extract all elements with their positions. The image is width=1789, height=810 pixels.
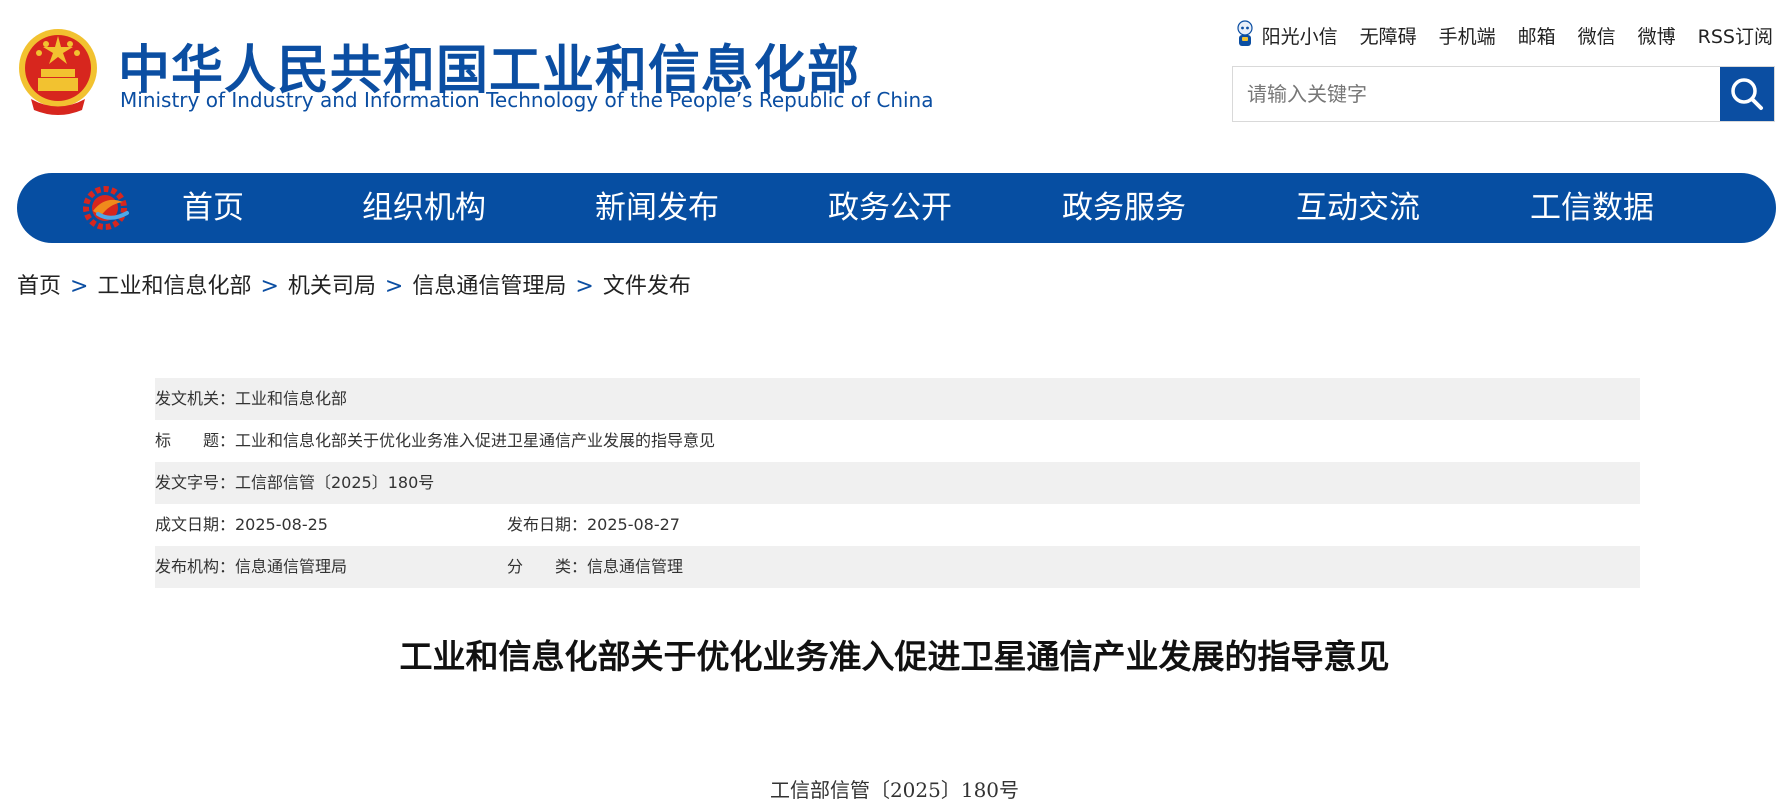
- nav-item-organization[interactable]: 组织机构: [362, 173, 486, 243]
- meta-row-agency: 发布机构：信息通信管理局 分 类：信息通信管理: [155, 546, 1640, 588]
- top-link-wechat[interactable]: 微信: [1578, 22, 1616, 49]
- search-box: [1232, 66, 1775, 122]
- top-link-label: 阳光小信: [1261, 25, 1338, 48]
- search-icon: [1731, 78, 1763, 110]
- meta-row-dates: 成文日期：2025-08-25 发布日期：2025-08-27: [155, 504, 1640, 546]
- breadcrumb-separator: >: [260, 274, 279, 299]
- top-links: 阳光小信 无障碍 手机端 邮箱 微信 微博 RSS订阅: [1234, 20, 1773, 50]
- top-link-weibo[interactable]: 微博: [1638, 22, 1676, 49]
- meta-row-doc-number: 发文字号：工信部信管〔2025〕180号: [155, 462, 1640, 504]
- breadcrumb-home[interactable]: 首页: [17, 274, 61, 299]
- miit-logo-icon: [83, 186, 129, 230]
- search-input[interactable]: [1233, 67, 1721, 121]
- breadcrumb-separator: >: [575, 274, 594, 299]
- top-link-rss[interactable]: RSS订阅: [1698, 22, 1773, 49]
- top-link-mobile[interactable]: 手机端: [1439, 22, 1496, 49]
- search-button[interactable]: [1720, 67, 1774, 121]
- article-doc-number: 工信部信管〔2025〕180号: [769, 778, 1020, 802]
- meta-created-date: 成文日期：2025-08-25: [155, 515, 328, 534]
- nav-item-news[interactable]: 新闻发布: [595, 173, 719, 243]
- national-emblem-icon: [19, 29, 97, 115]
- top-link-sunshine[interactable]: 阳光小信: [1234, 20, 1338, 50]
- breadcrumb: 首页 > 工业和信息化部 > 机关司局 > 信息通信管理局 > 文件发布: [17, 268, 691, 300]
- nav-item-home[interactable]: 首页: [182, 173, 244, 243]
- breadcrumb-documents[interactable]: 文件发布: [603, 274, 691, 299]
- top-link-accessibility[interactable]: 无障碍: [1360, 22, 1417, 49]
- breadcrumb-departments[interactable]: 机关司局: [288, 274, 376, 299]
- site-header: 中华人民共和国工业和信息化部 Ministry of Industry and …: [0, 0, 1789, 140]
- meta-agency: 发布机构：信息通信管理局: [155, 557, 348, 576]
- nav-item-government-services[interactable]: 政务服务: [1062, 173, 1186, 243]
- meta-issuer: 发文机关：工业和信息化部: [155, 389, 348, 408]
- site-subtitle: Ministry of Industry and Information Tec…: [120, 88, 934, 112]
- breadcrumb-bureau[interactable]: 信息通信管理局: [412, 274, 566, 299]
- meta-published-date: 发布日期：2025-08-27: [507, 515, 680, 534]
- breadcrumb-ministry[interactable]: 工业和信息化部: [97, 274, 251, 299]
- meta-row-issuer: 发文机关：工业和信息化部: [155, 378, 1640, 420]
- article-title: 工业和信息化部关于优化业务准入促进卫星通信产业发展的指导意见: [399, 637, 1390, 676]
- top-link-mail[interactable]: 邮箱: [1518, 22, 1556, 49]
- breadcrumb-separator: >: [384, 274, 404, 299]
- meta-row-title: 标 题：工业和信息化部关于优化业务准入促进卫星通信产业发展的指导意见: [155, 420, 1640, 462]
- main-nav: 首页 组织机构 新闻发布 政务公开 政务服务 互动交流 工信数据: [17, 173, 1776, 243]
- meta-doc-number: 发文字号：工信部信管〔2025〕180号: [155, 473, 435, 492]
- nav-item-interaction[interactable]: 互动交流: [1296, 173, 1420, 243]
- nav-item-government-affairs[interactable]: 政务公开: [828, 173, 952, 243]
- nav-item-data[interactable]: 工信数据: [1530, 173, 1654, 243]
- robot-mascot-icon: [1236, 20, 1253, 46]
- meta-category: 分 类：信息通信管理: [507, 557, 684, 576]
- document-metadata-table: 发文机关：工业和信息化部 标 题：工业和信息化部关于优化业务准入促进卫星通信产业…: [155, 378, 1640, 588]
- meta-title: 标 题：工业和信息化部关于优化业务准入促进卫星通信产业发展的指导意见: [155, 431, 716, 450]
- breadcrumb-separator: >: [70, 274, 89, 299]
